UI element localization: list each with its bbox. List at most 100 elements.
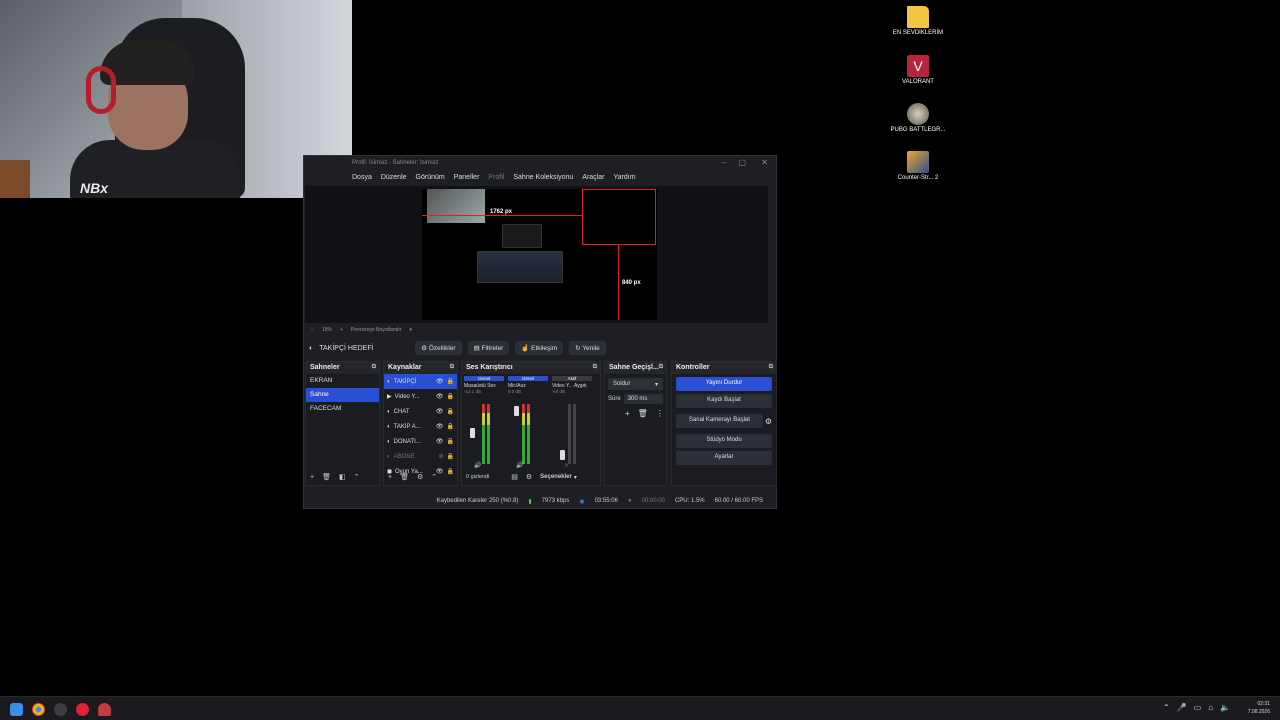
speaker-icon[interactable]: 🔊 bbox=[474, 462, 481, 469]
windows-start-icon[interactable] bbox=[10, 703, 23, 716]
preview-canvas[interactable]: 1762 px 840 px bbox=[422, 189, 657, 320]
filter-icon[interactable]: ◧ bbox=[339, 473, 346, 481]
eye-icon[interactable]: 👁 bbox=[436, 393, 444, 400]
zoom-in-button[interactable]: + bbox=[340, 327, 343, 333]
source-item[interactable]: ▶ Video Y... 👁 🔒 bbox=[384, 389, 457, 404]
obs-icon[interactable] bbox=[54, 703, 67, 716]
selected-source-bounds[interactable] bbox=[582, 189, 656, 245]
dock-float-icon[interactable]: ⧉ bbox=[372, 364, 376, 371]
menu-profile[interactable]: Profil bbox=[488, 174, 504, 186]
chevron-up-icon[interactable]: ⌃ bbox=[354, 473, 360, 481]
chevron-up-icon[interactable]: ⌃ bbox=[431, 473, 437, 481]
properties-button[interactable]: ⚙ Özellikler bbox=[415, 341, 462, 355]
menu-file[interactable]: Dosya bbox=[352, 174, 372, 186]
studio-mode-button[interactable]: Stüdyo Modu bbox=[676, 434, 772, 448]
zoom-fit-select[interactable]: Pencereye Boyutlandır bbox=[351, 327, 402, 333]
desktop-icon-folder[interactable]: EN SEVDİKLERİM bbox=[888, 6, 948, 37]
maximize-icon[interactable]: ▢ bbox=[738, 158, 746, 167]
preview-screen-source[interactable] bbox=[477, 251, 563, 283]
speaker-icon[interactable]: 🔊 bbox=[516, 462, 523, 469]
source-item[interactable]: ◐ DONATI... 👁 🔒 bbox=[384, 434, 457, 449]
browser-icon: ◐ bbox=[387, 453, 391, 460]
dock-float-icon[interactable]: ⧉ bbox=[593, 364, 597, 371]
trash-icon[interactable]: 🗑 bbox=[400, 473, 409, 481]
microphone-icon[interactable]: 🎤 bbox=[1177, 703, 1187, 712]
antivirus-icon[interactable] bbox=[98, 703, 111, 716]
add-icon[interactable]: + bbox=[625, 409, 630, 418]
source-item-selected[interactable]: ◐ TAKİPÇİ 👁 🔒 bbox=[384, 374, 457, 389]
stop-streaming-button[interactable]: Yayını Durdur bbox=[676, 377, 772, 391]
gear-icon[interactable]: ⚙ bbox=[765, 417, 772, 426]
menu-edit[interactable]: Düzenle bbox=[381, 174, 407, 186]
desktop-icon-valorant[interactable]: V VALORANT bbox=[888, 55, 948, 86]
menu-tools[interactable]: Araçlar bbox=[582, 174, 604, 186]
eye-icon[interactable]: 👁 bbox=[436, 378, 444, 385]
preview-nested-source[interactable] bbox=[502, 224, 542, 248]
menu-help[interactable]: Yardım bbox=[613, 174, 635, 186]
eye-hidden-icon[interactable]: ⊘ bbox=[438, 453, 443, 460]
gear-icon[interactable]: ⚙ bbox=[526, 473, 532, 481]
monitor-icon[interactable]: ▭ bbox=[1194, 703, 1202, 712]
close-icon[interactable]: ✕ bbox=[761, 158, 768, 167]
trash-icon[interactable]: 🗑 bbox=[322, 473, 331, 481]
mixer-options-button[interactable]: Seçenekler bbox=[540, 474, 572, 480]
dock-float-icon[interactable]: ⧉ bbox=[769, 364, 773, 371]
refresh-button[interactable]: ↻ Yenile bbox=[569, 341, 606, 355]
lock-icon[interactable]: 🔒 bbox=[447, 438, 454, 445]
scenes-title: Sahneler bbox=[310, 364, 340, 371]
lock-icon[interactable]: 🔒 bbox=[447, 393, 454, 400]
scene-item[interactable]: FACECAM bbox=[306, 402, 379, 416]
obs-window: Profil: İsimsiz - Sahneler: İsimsiz – ▢ … bbox=[303, 155, 777, 509]
desktop-icon-pubg[interactable]: PUBG BATTLEGR... bbox=[888, 103, 948, 134]
add-icon[interactable]: + bbox=[388, 474, 392, 481]
sources-dock: Kaynaklar ⧉ ◐ TAKİPÇİ 👁 🔒 ▶ Video Y... 👁 🔒 ◐ CHA… bbox=[383, 361, 458, 486]
filters-button[interactable]: ▤ Filtreler bbox=[467, 341, 510, 355]
chevron-up-icon[interactable]: ⌃ bbox=[1163, 703, 1170, 712]
settings-button[interactable]: Ayarlar bbox=[676, 451, 772, 465]
dock-float-icon[interactable]: ⧉ bbox=[450, 364, 454, 371]
minimize-icon[interactable]: – bbox=[722, 158, 726, 167]
eye-icon[interactable]: 👁 bbox=[436, 438, 444, 445]
network-icon[interactable]: ⌂ bbox=[1208, 703, 1213, 712]
scene-item-selected[interactable]: Sahne bbox=[306, 388, 379, 402]
menu-view[interactable]: Görünüm bbox=[416, 174, 445, 186]
eye-icon[interactable]: 👁 bbox=[436, 423, 444, 430]
source-item[interactable]: ◐ CHAT 👁 🔒 bbox=[384, 404, 457, 419]
zoom-out-button[interactable]: − bbox=[311, 327, 314, 333]
scene-item[interactable]: EKRAN bbox=[306, 374, 379, 388]
volume-slider[interactable] bbox=[514, 406, 519, 416]
trash-icon[interactable]: 🗑 bbox=[638, 409, 648, 418]
chevron-down-icon[interactable]: ▾ bbox=[409, 327, 412, 333]
dock-float-icon[interactable]: ⧉ bbox=[659, 364, 663, 371]
more-icon[interactable]: ⋮ bbox=[656, 409, 664, 418]
menu-docks[interactable]: Paneller bbox=[454, 174, 480, 186]
menu-scene-collection[interactable]: Sahne Koleksiyonu bbox=[513, 174, 573, 186]
speaker-muted-icon[interactable]: ✕ bbox=[564, 462, 569, 469]
volume-slider[interactable] bbox=[470, 428, 475, 438]
interact-button[interactable]: ☝ Etkileşim bbox=[515, 341, 564, 355]
layout-icon[interactable]: ▤ bbox=[511, 473, 518, 481]
start-virtual-camera-button[interactable]: Sanal Kamerayı Başlat bbox=[676, 414, 763, 428]
preview-webcam-source[interactable] bbox=[427, 189, 485, 223]
chrome-icon[interactable] bbox=[32, 703, 45, 716]
add-icon[interactable]: + bbox=[310, 474, 314, 481]
eye-icon[interactable]: 👁 bbox=[436, 408, 444, 415]
chevron-down-icon[interactable]: ▾ bbox=[574, 474, 577, 481]
duration-input[interactable]: 300 ms bbox=[623, 394, 663, 404]
volume-icon[interactable]: 🔈 bbox=[1220, 703, 1230, 712]
lock-icon[interactable]: 🔒 bbox=[447, 408, 454, 415]
source-item-hidden[interactable]: ◐ ABONE ⊘ 🔒 bbox=[384, 449, 457, 464]
preview-area[interactable]: 1762 px 840 px bbox=[305, 186, 768, 323]
transition-select[interactable]: Soldur ▾ bbox=[608, 378, 663, 390]
clock[interactable]: 02:31 7.08.2026 bbox=[1248, 700, 1270, 716]
lock-icon[interactable]: 🔒 bbox=[447, 453, 454, 460]
media-player-icon[interactable] bbox=[76, 703, 89, 716]
desktop-icon-cs2[interactable]: Counter-Str... 2 bbox=[888, 151, 948, 182]
lock-icon[interactable]: 🔒 bbox=[447, 378, 454, 385]
volume-meter bbox=[487, 404, 490, 464]
start-recording-button[interactable]: Kaydı Başlat bbox=[676, 394, 772, 408]
lock-icon[interactable]: 🔒 bbox=[447, 423, 454, 430]
source-item[interactable]: ◐ TAKİP A... 👁 🔒 bbox=[384, 419, 457, 434]
volume-slider[interactable] bbox=[560, 450, 565, 460]
gear-icon[interactable]: ⚙ bbox=[417, 473, 423, 481]
